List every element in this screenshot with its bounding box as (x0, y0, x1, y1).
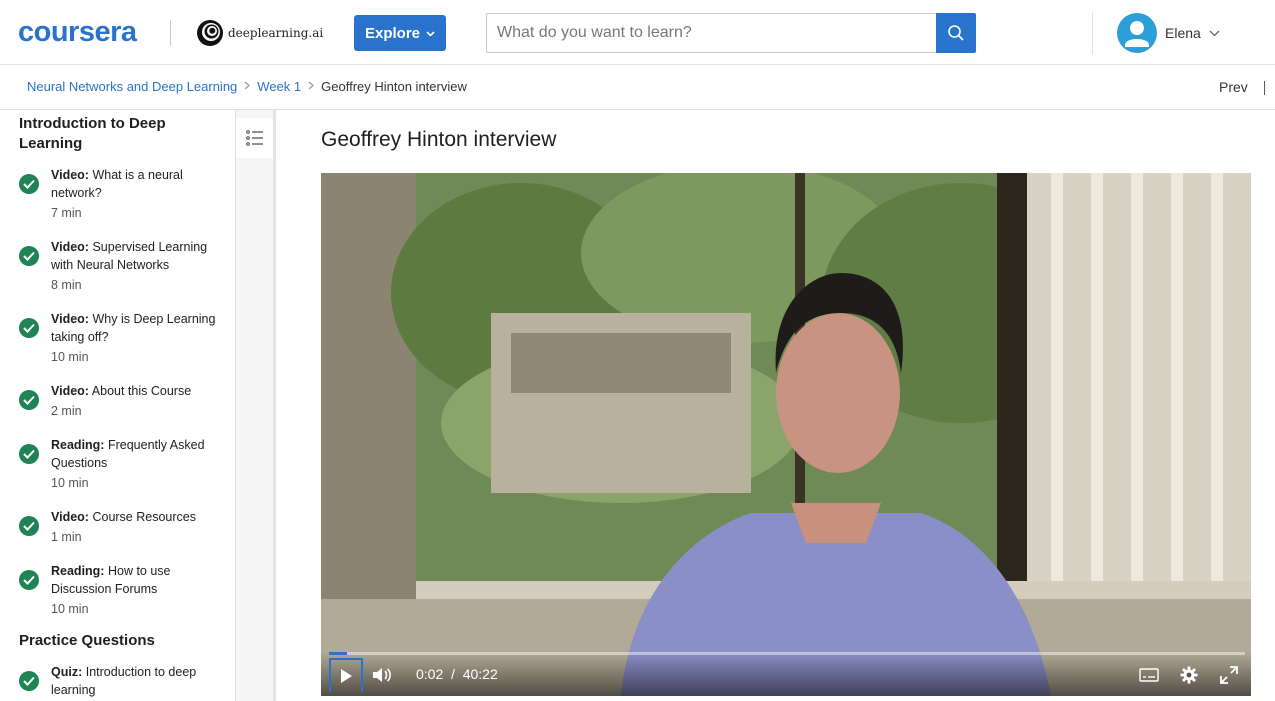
checkmark-icon (19, 174, 39, 194)
chevron-down-icon (1209, 30, 1220, 36)
chevron-right-icon (308, 81, 315, 93)
section-title: Practice Questions (19, 632, 155, 649)
partner-name: deeplearning.ai (228, 26, 324, 40)
breadcrumb: Neural Networks and Deep Learning Week 1… (27, 79, 467, 94)
progress-bar[interactable] (329, 652, 1245, 655)
breadcrumb-bar: Neural Networks and Deep Learning Week 1… (0, 65, 1275, 110)
item-type: Reading: (51, 564, 105, 578)
explore-label: Explore (364, 24, 421, 42)
item-duration: 10 min (51, 602, 89, 616)
play-icon (341, 669, 352, 683)
video-frame-image (321, 173, 1251, 696)
item-duration: 1 min (51, 530, 82, 544)
toggle-sidebar-button[interactable] (236, 118, 273, 158)
progress-fill (329, 652, 348, 655)
sidebar-toggle-column (236, 110, 276, 701)
volume-icon (373, 668, 391, 682)
checkmark-icon (19, 671, 39, 691)
search-button[interactable] (936, 13, 976, 53)
item-type: Video: (51, 384, 89, 398)
page-title: Geoffrey Hinton interview (321, 128, 557, 151)
fullscreen-button[interactable] (1212, 658, 1246, 692)
breadcrumb-course-link[interactable]: Neural Networks and Deep Learning (27, 79, 237, 94)
current-time: 0:02 (416, 666, 444, 682)
checkmark-icon (19, 246, 39, 266)
avatar-icon (1117, 13, 1157, 53)
captions-button[interactable] (1132, 658, 1166, 692)
video-player[interactable]: 0:02 / 40:22 (321, 173, 1251, 696)
top-header: coursera deeplearning.ai Explore E (0, 0, 1275, 65)
item-duration: 8 min (51, 278, 82, 292)
gear-icon (1180, 666, 1198, 684)
checkmark-icon (19, 570, 39, 590)
time-display: 0:02 / 40:22 (416, 666, 498, 682)
fullscreen-icon (1220, 666, 1238, 684)
header-divider (170, 20, 171, 46)
lesson-sidebar: Introduction to Deep Learning Video: Wha… (0, 110, 236, 701)
item-duration: 10 min (51, 476, 89, 490)
item-duration: 10 min (51, 350, 89, 364)
item-duration: 2 min (51, 404, 82, 418)
item-type: Video: (51, 312, 89, 326)
total-duration: 40:22 (462, 666, 498, 682)
captions-icon (1139, 668, 1159, 682)
list-icon (245, 130, 263, 146)
chevron-down-icon (426, 30, 435, 37)
item-type: Video: (51, 168, 89, 182)
item-duration: 7 min (51, 206, 82, 220)
prev-button[interactable]: Prev (1219, 79, 1248, 95)
volume-button[interactable] (365, 658, 399, 692)
checkmark-icon (19, 516, 39, 536)
explore-button[interactable]: Explore (354, 15, 446, 51)
deeplearning-logo-icon (197, 20, 223, 46)
search-box (486, 13, 936, 53)
checkmark-icon (19, 318, 39, 338)
item-type: Quiz: (51, 665, 83, 679)
video-controls: 0:02 / 40:22 (321, 652, 1251, 696)
section-title: Introduction to Deep Learning (19, 115, 166, 152)
breadcrumb-current: Geoffrey Hinton interview (321, 79, 467, 94)
user-name: Elena (1165, 25, 1201, 41)
breadcrumb-week-link[interactable]: Week 1 (257, 79, 301, 94)
partner-logo[interactable]: deeplearning.ai (196, 18, 323, 48)
time-separator: / (451, 666, 455, 682)
search-input[interactable] (487, 14, 936, 52)
nav-divider (1264, 81, 1265, 95)
item-type: Video: (51, 240, 89, 254)
search-icon (948, 25, 964, 41)
item-type: Video: (51, 510, 89, 524)
checkmark-icon (19, 444, 39, 464)
coursera-logo[interactable]: coursera (18, 18, 137, 47)
item-title: Course Resources (92, 510, 196, 524)
user-menu[interactable]: Elena (1117, 13, 1220, 53)
checkmark-icon (19, 390, 39, 410)
item-title: About this Course (91, 384, 192, 398)
header-divider-right (1092, 12, 1093, 54)
play-button[interactable] (329, 658, 363, 692)
item-type: Reading: (51, 438, 105, 452)
chevron-right-icon (244, 81, 251, 93)
settings-button[interactable] (1172, 658, 1206, 692)
